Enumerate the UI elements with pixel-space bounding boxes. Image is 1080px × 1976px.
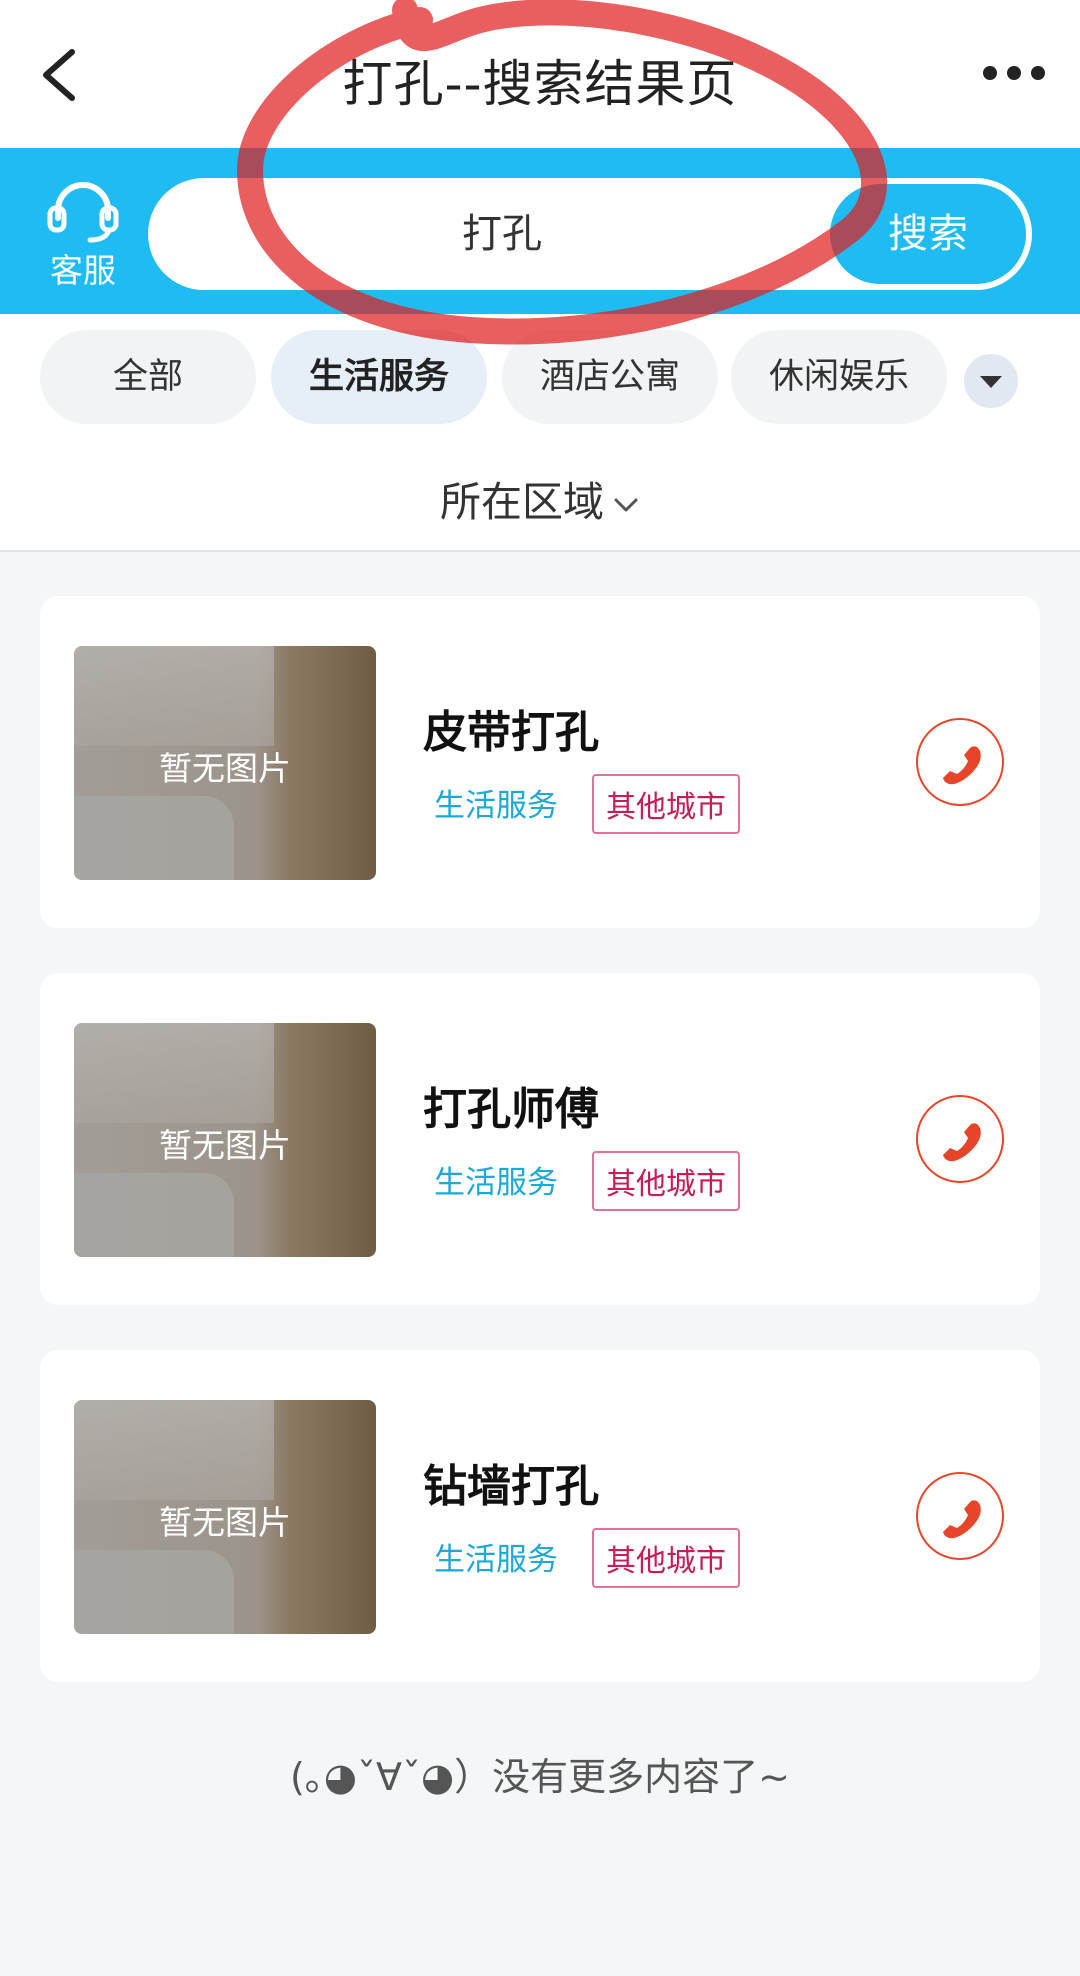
category-tag: 生活服务 (434, 1542, 558, 1578)
search-button[interactable]: 搜索 (830, 184, 1026, 284)
city-tag: 其他城市 (592, 1528, 740, 1588)
customer-service-button[interactable]: 客服 (40, 178, 126, 290)
result-card[interactable]: 暂无图片 钻墙打孔 生活服务 其他城市 (40, 1350, 1040, 1682)
result-title: 皮带打孔 (423, 707, 599, 758)
city-tag: 其他城市 (592, 1151, 740, 1211)
triangle-down-icon (980, 376, 1002, 388)
tab-leisure-entertainment[interactable]: 休闲娱乐 (731, 330, 947, 424)
result-title: 钻墙打孔 (423, 1461, 599, 1512)
phone-icon (943, 1123, 981, 1162)
category-tag: 生活服务 (434, 1165, 558, 1201)
category-tabs: 全部 生活服务 酒店公寓 休闲娱乐 (0, 314, 1080, 434)
result-thumbnail: 暂无图片 (74, 1023, 376, 1257)
search-bar: 客服 打孔 搜索 (0, 148, 1080, 314)
customer-service-label: 客服 (50, 251, 116, 290)
category-dropdown-button[interactable] (964, 354, 1018, 408)
region-filter-bar: 所在区域 (0, 434, 1080, 552)
result-card[interactable]: 暂无图片 皮带打孔 生活服务 其他城市 (40, 596, 1040, 928)
tab-hotel-apartment[interactable]: 酒店公寓 (502, 330, 718, 424)
no-image-label: 暂无图片 (159, 749, 291, 788)
end-of-list-text: (｡◕ˇ∀ˇ◕）没有更多内容了~ (290, 1755, 790, 1799)
call-button[interactable] (916, 1095, 1004, 1183)
chevron-down-icon (614, 498, 638, 512)
headset-icon (47, 182, 119, 243)
no-image-label: 暂无图片 (159, 1503, 291, 1542)
call-button[interactable] (916, 1472, 1004, 1560)
result-thumbnail: 暂无图片 (74, 646, 376, 880)
page-title: 打孔--搜索结果页 (342, 55, 738, 113)
category-tag: 生活服务 (434, 788, 558, 824)
search-query-text: 打孔 (462, 211, 542, 257)
search-results-page: 打孔--搜索结果页 客服 打孔 搜索 全部 生活服务 酒店公寓 休闲娱乐 所在区… (0, 0, 1080, 1976)
region-filter-button[interactable]: 所在区域 (0, 468, 1080, 528)
call-button[interactable] (916, 718, 1004, 806)
tab-life-services[interactable]: 生活服务 (271, 330, 487, 424)
title-bar: 打孔--搜索结果页 (0, 0, 1080, 148)
result-thumbnail: 暂无图片 (74, 1400, 376, 1634)
tab-all[interactable]: 全部 (40, 330, 256, 424)
more-button[interactable] (980, 58, 1048, 88)
search-input[interactable]: 打孔 搜索 (148, 178, 1032, 290)
result-card[interactable]: 暂无图片 打孔师傅 生活服务 其他城市 (40, 973, 1040, 1305)
result-title: 打孔师傅 (423, 1084, 599, 1135)
phone-icon (943, 746, 981, 785)
phone-icon (943, 1500, 981, 1539)
city-tag: 其他城市 (592, 774, 740, 834)
more-dots-icon (983, 66, 1045, 80)
no-image-label: 暂无图片 (159, 1126, 291, 1165)
region-filter-label: 所在区域 (440, 478, 604, 526)
